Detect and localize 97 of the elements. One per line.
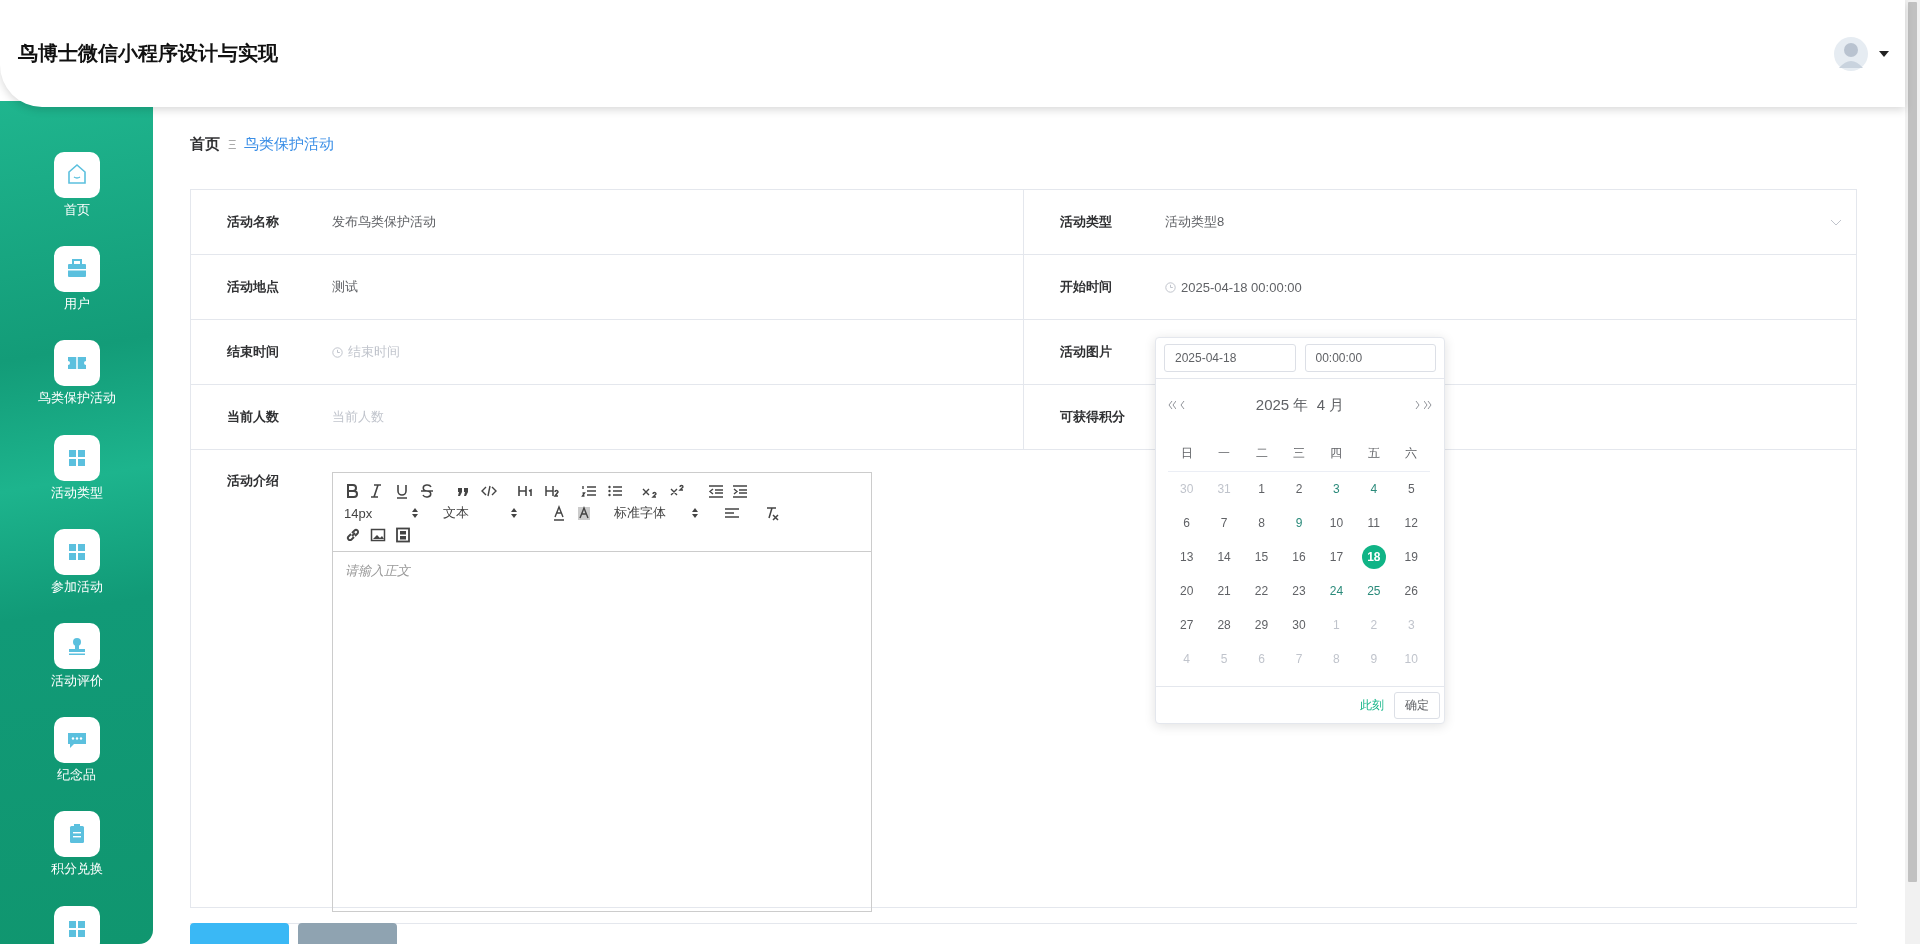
indent-icon[interactable] <box>732 483 748 499</box>
field-label: 活动介绍 <box>227 472 280 490</box>
calendar-day[interactable]: 16 <box>1286 545 1311 569</box>
heading-two-icon[interactable] <box>544 483 560 499</box>
calendar-day[interactable]: 12 <box>1399 511 1424 535</box>
month-title: 2025 年 4 月 <box>1255 395 1345 415</box>
weekday-label: 四 <box>1317 435 1356 472</box>
select-field[interactable]: 14px <box>344 505 418 521</box>
sort-arrows-icon <box>412 508 418 518</box>
chevron-right-icon[interactable] <box>1414 400 1422 410</box>
calendar-day[interactable]: 3 <box>1324 477 1349 501</box>
calendar-day[interactable]: 30 <box>1286 613 1311 637</box>
select-field[interactable]: 活动类型8 <box>1165 213 1856 231</box>
link-icon[interactable] <box>345 527 361 543</box>
calendar-day[interactable]: 25 <box>1361 579 1386 603</box>
field-label: 当前人数 <box>227 408 280 426</box>
calendar-day[interactable]: 9 <box>1286 511 1311 535</box>
select-field[interactable]: 文本 <box>443 504 517 522</box>
weekday-label: 三 <box>1280 435 1318 472</box>
calendar-day[interactable]: 21 <box>1212 579 1237 603</box>
chevron-down-icon <box>1830 218 1842 226</box>
align-left-icon[interactable] <box>724 505 740 521</box>
field-label: 活动图片 <box>1060 343 1113 361</box>
date-input[interactable]: 2025-04-18 <box>1164 344 1296 372</box>
calendar-day[interactable]: 11 <box>1361 511 1386 535</box>
calendar-day[interactable]: 17 <box>1324 545 1349 569</box>
weekday-label: 一 <box>1205 435 1243 472</box>
breadcrumb-link[interactable]: 首页 <box>190 134 220 154</box>
clock-icon <box>1165 281 1176 293</box>
weekday-label: 二 <box>1242 435 1281 472</box>
calendar-day[interactable]: 27 <box>1174 613 1199 637</box>
scrollbar[interactable] <box>1905 0 1920 944</box>
sort-arrows-icon <box>692 508 698 518</box>
calendar-day[interactable]: 6 <box>1174 511 1199 535</box>
input-field[interactable]: 发布鸟类保护活动 <box>332 213 436 231</box>
double-chevron-right-icon[interactable] <box>1424 400 1432 410</box>
sort-arrows-icon <box>511 508 517 518</box>
numbered-list-icon[interactable] <box>581 483 597 499</box>
field-label: 结束时间 <box>227 343 280 361</box>
sidebar-item[interactable]: 活动评价 <box>50 622 103 718</box>
bullet-list-icon[interactable] <box>607 483 623 499</box>
field-label: 可获得积分 <box>1060 408 1126 426</box>
weekday-label: 日 <box>1168 435 1206 472</box>
field-label: 活动地点 <box>227 278 280 296</box>
select-field[interactable]: 标准字体 <box>614 504 698 522</box>
image-icon[interactable] <box>370 527 386 543</box>
confirm-button[interactable]: 确定 <box>1394 691 1440 719</box>
code-icon[interactable] <box>481 483 497 499</box>
breadcrumb-separator: Ξ <box>228 136 237 152</box>
heading-one-icon[interactable] <box>517 483 533 499</box>
caret-icon[interactable] <box>1879 50 1889 57</box>
calendar-day[interactable]: 8 <box>1249 511 1274 535</box>
strikethrough-icon[interactable] <box>419 483 435 499</box>
weekday-label: 六 <box>1392 435 1430 472</box>
calendar-day[interactable]: 29 <box>1249 613 1274 637</box>
calendar-day[interactable]: 28 <box>1212 613 1237 637</box>
sidebar-item[interactable]: 纪念品 <box>53 717 100 812</box>
field-label: 活动类型 <box>1060 213 1113 231</box>
calendar-day[interactable]: 14 <box>1212 545 1237 569</box>
calendar-day[interactable]: 7 <box>1212 511 1237 535</box>
calendar-day[interactable]: 5 <box>1399 477 1424 501</box>
input-field[interactable]: 测试 <box>332 278 358 296</box>
field-label: 活动名称 <box>227 213 280 231</box>
editor-placeholder: 请输入正文 <box>344 562 412 580</box>
date-field[interactable]: 2025-04-18 00:00:00 <box>1165 279 1302 295</box>
rich-text-editor[interactable]: 14px 文本 标准字体 请输入正文 <box>332 472 872 912</box>
calendar-day[interactable]: 10 <box>1324 511 1349 535</box>
calendar-day[interactable]: 23 <box>1286 579 1311 603</box>
calendar-day[interactable]: 15 <box>1249 545 1274 569</box>
underline-icon[interactable] <box>394 483 410 499</box>
bold-icon[interactable] <box>345 483 361 499</box>
video-icon[interactable] <box>395 527 411 543</box>
font-color-icon[interactable] <box>551 505 567 521</box>
clear-format-icon[interactable] <box>764 505 780 521</box>
calendar-day[interactable]: 2 <box>1286 477 1311 501</box>
chevron-left-icon[interactable] <box>1178 400 1186 410</box>
sidebar-item[interactable]: 鸟类保护活动 <box>37 340 116 435</box>
calendar-day[interactable]: 20 <box>1174 579 1199 603</box>
calendar-day[interactable]: 1 <box>1249 477 1274 501</box>
sidebar-item[interactable]: 用户 <box>53 246 100 341</box>
breadcrumb-current: 鸟类保护活动 <box>244 134 335 154</box>
calendar-day[interactable]: 19 <box>1399 545 1424 569</box>
outdent-icon[interactable] <box>708 483 724 499</box>
time-input[interactable]: 00:00:00 <box>1304 344 1436 372</box>
calendar-day[interactable]: 4 <box>1361 477 1386 501</box>
calendar-day[interactable]: 22 <box>1249 579 1274 603</box>
field-label: 开始时间 <box>1060 278 1113 296</box>
calendar-day[interactable]: 13 <box>1174 545 1199 569</box>
calendar-day[interactable]: 24 <box>1324 579 1349 603</box>
app-title: 鸟博士微信小程序设计与实现 <box>18 41 279 66</box>
highlight-color-icon[interactable] <box>576 505 592 521</box>
weekday-label: 五 <box>1355 435 1393 472</box>
clock-icon <box>332 346 343 358</box>
sidebar-item[interactable]: 参加活动 <box>50 528 103 623</box>
double-chevron-left-icon[interactable] <box>1168 400 1176 410</box>
sidebar-item[interactable]: 积分兑换 <box>50 811 103 906</box>
calendar-day[interactable]: 26 <box>1399 579 1424 603</box>
